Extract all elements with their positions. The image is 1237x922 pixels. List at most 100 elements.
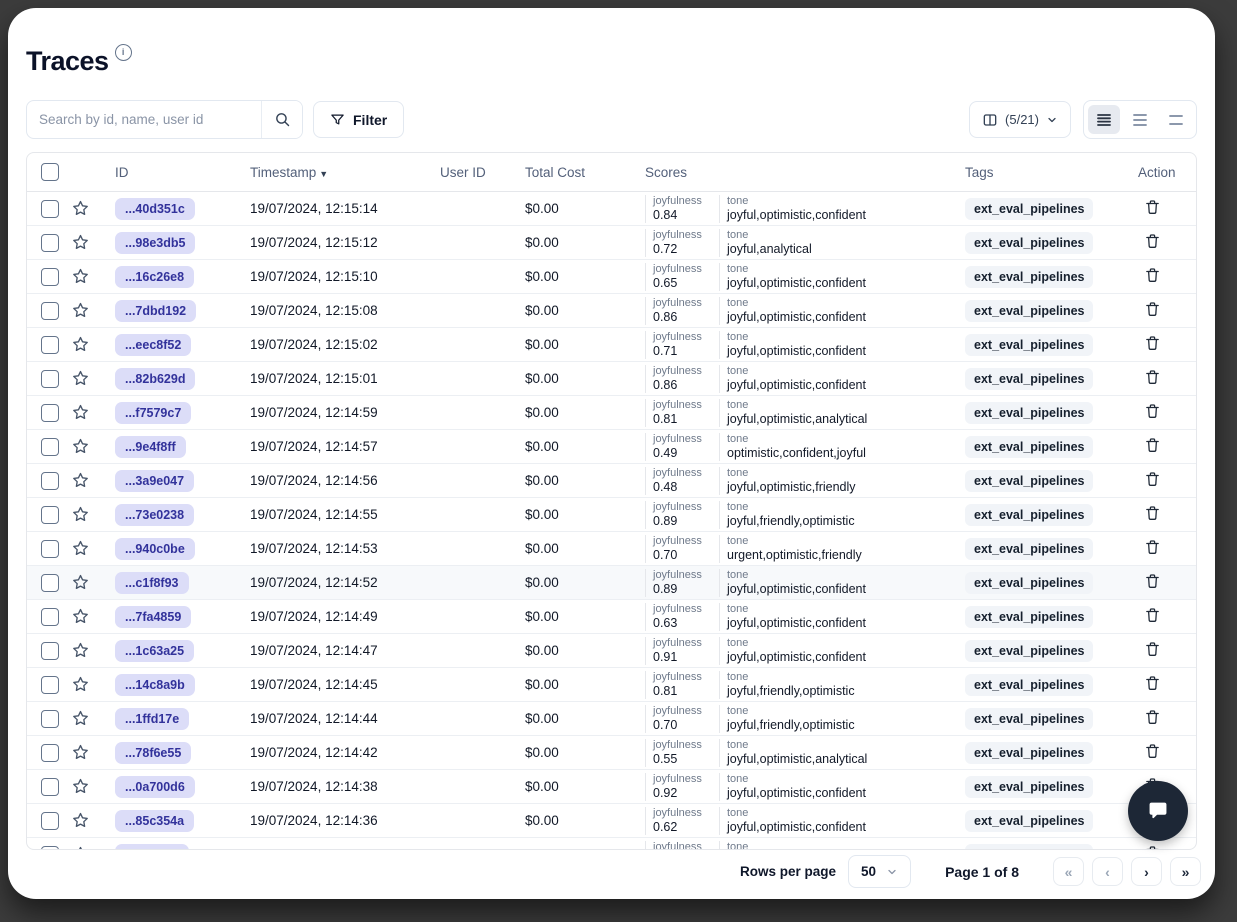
delete-trace-icon[interactable] <box>1144 708 1161 726</box>
tag-chip[interactable]: ext_eval_pipelines <box>965 436 1093 458</box>
previous-page-button[interactable]: ‹ <box>1092 857 1123 886</box>
row-checkbox[interactable] <box>41 438 59 456</box>
favorite-star-icon[interactable] <box>71 267 90 286</box>
row-checkbox[interactable] <box>41 200 59 218</box>
delete-trace-icon[interactable] <box>1144 300 1161 318</box>
favorite-star-icon[interactable] <box>71 369 90 388</box>
delete-trace-icon[interactable] <box>1144 504 1161 522</box>
trace-id-badge[interactable]: ...85c354a <box>115 810 194 832</box>
trace-id-badge[interactable]: ...0a700d6 <box>115 776 195 798</box>
row-checkbox[interactable] <box>41 268 59 286</box>
trace-id-badge[interactable]: ...c1f8f93 <box>115 572 189 594</box>
table-row[interactable]: ...0a700d6 19/07/2024, 12:14:38 $0.00 jo… <box>27 770 1197 804</box>
row-checkbox[interactable] <box>41 608 59 626</box>
table-row[interactable]: ...40d351c 19/07/2024, 12:15:14 $0.00 jo… <box>27 192 1197 226</box>
delete-trace-icon[interactable] <box>1144 572 1161 590</box>
timestamp-column-header[interactable]: Timestamp▼ <box>242 153 432 192</box>
row-checkbox[interactable] <box>41 234 59 252</box>
tag-chip[interactable]: ext_eval_pipelines <box>965 300 1093 322</box>
column-visibility-button[interactable]: (5/21) <box>969 101 1071 138</box>
row-height-medium-button[interactable] <box>1124 105 1156 134</box>
table-row[interactable]: ...940c0be 19/07/2024, 12:14:53 $0.00 jo… <box>27 532 1197 566</box>
table-row[interactable]: ...98e3db5 19/07/2024, 12:15:12 $0.00 jo… <box>27 226 1197 260</box>
trace-id-badge[interactable]: ...1ffd17e <box>115 708 189 730</box>
trace-id-badge[interactable]: ...16c26e8 <box>115 266 194 288</box>
trace-id-badge[interactable]: ...14c8a9b <box>115 674 195 696</box>
row-checkbox[interactable] <box>41 710 59 728</box>
delete-trace-icon[interactable] <box>1144 232 1161 250</box>
table-row[interactable]: ...9e4f8ff 19/07/2024, 12:14:57 $0.00 jo… <box>27 430 1197 464</box>
table-row[interactable]: ...73e0238 19/07/2024, 12:14:55 $0.00 jo… <box>27 498 1197 532</box>
trace-id-badge[interactable]: ...3a9e047 <box>115 470 194 492</box>
tag-chip[interactable]: ext_eval_pipelines <box>965 606 1093 628</box>
tag-chip[interactable]: ext_eval_pipelines <box>965 402 1093 424</box>
delete-trace-icon[interactable] <box>1144 538 1161 556</box>
row-checkbox[interactable] <box>41 778 59 796</box>
delete-trace-icon[interactable] <box>1144 266 1161 284</box>
table-row[interactable]: ...14c8a9b 19/07/2024, 12:14:45 $0.00 jo… <box>27 668 1197 702</box>
trace-id-badge[interactable]: ...940c0be <box>115 538 195 560</box>
row-checkbox[interactable] <box>41 540 59 558</box>
trace-id-badge[interactable]: ...78f6e55 <box>115 742 191 764</box>
first-page-button[interactable]: « <box>1053 857 1084 886</box>
row-checkbox[interactable] <box>41 370 59 388</box>
delete-trace-icon[interactable] <box>1144 606 1161 624</box>
favorite-star-icon[interactable] <box>71 641 90 660</box>
tag-chip[interactable]: ext_eval_pipelines <box>965 742 1093 764</box>
trace-id-badge[interactable]: ...7dbd192 <box>115 300 196 322</box>
delete-trace-icon[interactable] <box>1144 674 1161 692</box>
trace-id-badge[interactable]: ...98e3db5 <box>115 232 195 254</box>
row-checkbox[interactable] <box>41 302 59 320</box>
tag-chip[interactable]: ext_eval_pipelines <box>965 198 1093 220</box>
table-row[interactable]: ...c1f8f93 19/07/2024, 12:14:52 $0.00 jo… <box>27 566 1197 600</box>
favorite-star-icon[interactable] <box>71 233 90 252</box>
favorite-star-icon[interactable] <box>71 811 90 830</box>
row-checkbox[interactable] <box>41 812 59 830</box>
table-row[interactable]: ...1ffd17e 19/07/2024, 12:14:44 $0.00 jo… <box>27 702 1197 736</box>
row-height-small-button[interactable] <box>1088 105 1120 134</box>
favorite-star-icon[interactable] <box>71 335 90 354</box>
favorite-star-icon[interactable] <box>71 573 90 592</box>
row-checkbox[interactable] <box>41 472 59 490</box>
trace-id-badge[interactable]: ...1c63a25 <box>115 640 194 662</box>
trace-id-badge[interactable]: ...40d351c <box>115 198 195 220</box>
favorite-star-icon[interactable] <box>71 777 90 796</box>
favorite-star-icon[interactable] <box>71 607 90 626</box>
select-all-checkbox[interactable] <box>41 163 59 181</box>
favorite-star-icon[interactable] <box>71 709 90 728</box>
tag-chip[interactable]: ext_eval_pipelines <box>965 810 1093 832</box>
row-height-large-button[interactable] <box>1160 105 1192 134</box>
search-input[interactable] <box>27 101 261 138</box>
trace-id-badge[interactable]: ...73e0238 <box>115 504 194 526</box>
delete-trace-icon[interactable] <box>1144 640 1161 658</box>
table-row[interactable]: ...16c26e8 19/07/2024, 12:15:10 $0.00 jo… <box>27 260 1197 294</box>
next-page-button[interactable]: › <box>1131 857 1162 886</box>
tag-chip[interactable]: ext_eval_pipelines <box>965 538 1093 560</box>
tag-chip[interactable]: ext_eval_pipelines <box>965 470 1093 492</box>
tag-chip[interactable]: ext_eval_pipelines <box>965 572 1093 594</box>
trace-id-badge[interactable]: ...7fa4859 <box>115 606 191 628</box>
delete-trace-icon[interactable] <box>1144 368 1161 386</box>
row-checkbox[interactable] <box>41 574 59 592</box>
search-icon[interactable] <box>261 101 302 138</box>
delete-trace-icon[interactable] <box>1144 742 1161 760</box>
table-row[interactable]: ...7fa4859 19/07/2024, 12:14:49 $0.00 jo… <box>27 600 1197 634</box>
chat-widget-button[interactable] <box>1128 781 1188 841</box>
tag-chip[interactable]: ext_eval_pipelines <box>965 674 1093 696</box>
row-checkbox[interactable] <box>41 642 59 660</box>
table-row[interactable]: ...f7579c7 19/07/2024, 12:14:59 $0.00 jo… <box>27 396 1197 430</box>
row-checkbox[interactable] <box>41 336 59 354</box>
favorite-star-icon[interactable] <box>71 403 90 422</box>
table-row[interactable]: ...3a9e047 19/07/2024, 12:14:56 $0.00 jo… <box>27 464 1197 498</box>
tag-chip[interactable]: ext_eval_pipelines <box>965 504 1093 526</box>
row-checkbox[interactable] <box>41 744 59 762</box>
table-row[interactable]: ...82b629d 19/07/2024, 12:15:01 $0.00 jo… <box>27 362 1197 396</box>
last-page-button[interactable]: » <box>1170 857 1201 886</box>
trace-id-badge[interactable]: ...eec8f52 <box>115 334 191 356</box>
filter-button[interactable]: Filter <box>313 101 404 138</box>
favorite-star-icon[interactable] <box>71 199 90 218</box>
table-row[interactable]: ...78f6e55 19/07/2024, 12:14:42 $0.00 jo… <box>27 736 1197 770</box>
delete-trace-icon[interactable] <box>1144 198 1161 216</box>
delete-trace-icon[interactable] <box>1144 334 1161 352</box>
favorite-star-icon[interactable] <box>71 301 90 320</box>
